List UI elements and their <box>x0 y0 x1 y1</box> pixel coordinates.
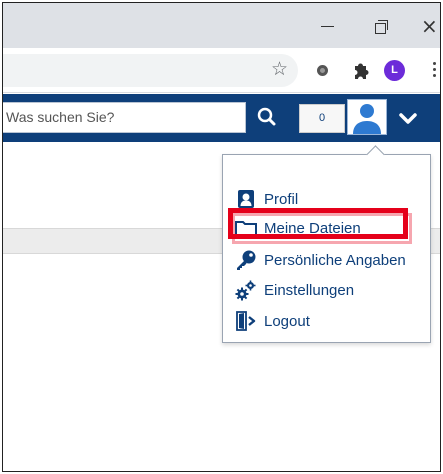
browser-window: × ☆ L Was suchen Sie? 0 Profil Meine Dat… <box>2 2 441 472</box>
gears-icon <box>235 279 257 301</box>
restore-button[interactable] <box>369 15 393 37</box>
search-icon <box>257 107 276 126</box>
bookmark-star-icon[interactable]: ☆ <box>271 59 288 81</box>
menu-item-profil[interactable]: Profil <box>235 186 425 212</box>
browser-profile-avatar[interactable]: L <box>384 60 405 81</box>
site-header: Was suchen Sie? 0 <box>3 94 440 142</box>
menu-item-logout[interactable]: Logout <box>235 308 425 334</box>
menu-item-label: Persönliche Angaben <box>264 251 406 269</box>
search-button[interactable] <box>249 102 287 133</box>
close-button[interactable]: × <box>421 15 440 37</box>
user-menu-button[interactable] <box>347 99 387 135</box>
browser-toolbar: ☆ L <box>3 48 440 93</box>
extension-circle-icon[interactable] <box>317 65 328 76</box>
user-icon <box>235 188 257 210</box>
address-bar[interactable] <box>3 54 298 87</box>
user-dropdown-menu: Profil Meine Dateien Persönliche Angaben <box>222 154 431 343</box>
minimize-button[interactable] <box>316 15 340 37</box>
folder-icon <box>235 217 257 239</box>
search-input[interactable]: Was suchen Sie? <box>3 102 246 133</box>
menu-item-meine-dateien[interactable]: Meine Dateien <box>235 215 425 241</box>
window-titlebar: × <box>3 3 440 48</box>
menu-item-persoenliche-angaben[interactable]: Persönliche Angaben <box>235 247 425 273</box>
user-menu-toggle[interactable] <box>396 108 420 128</box>
menu-item-label: Logout <box>264 312 310 330</box>
browser-menu-icon[interactable] <box>433 62 437 80</box>
menu-item-label: Einstellungen <box>264 281 355 299</box>
notification-counter[interactable]: 0 <box>299 104 345 133</box>
extensions-puzzle-icon[interactable] <box>352 60 370 80</box>
chevron-down-icon <box>399 113 417 124</box>
key-icon <box>235 249 257 271</box>
menu-item-label: Profil <box>264 190 299 208</box>
menu-item-label: Meine Dateien <box>264 219 361 237</box>
user-avatar-icon <box>348 100 386 134</box>
menu-item-einstellungen[interactable]: Einstellungen <box>235 277 425 303</box>
door-exit-icon <box>235 310 257 332</box>
